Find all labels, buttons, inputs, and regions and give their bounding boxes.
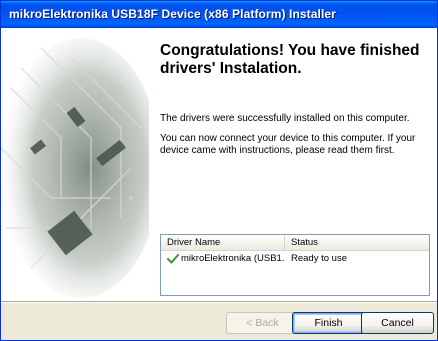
list-header: Driver Name Status bbox=[161, 235, 429, 251]
separator bbox=[1, 301, 437, 303]
content-panel: Congratulations! You have finished drive… bbox=[149, 28, 437, 301]
circuit-board-image bbox=[1, 28, 149, 301]
window-title: mikroElektronika USB18F Device (x86 Plat… bbox=[9, 7, 336, 21]
driver-name: mikroElektronika (USB1... bbox=[181, 253, 285, 264]
success-message: The drivers were successfully installed … bbox=[160, 113, 410, 124]
page-heading: Congratulations! You have finished drive… bbox=[160, 42, 420, 77]
check-icon bbox=[167, 252, 179, 266]
cancel-button[interactable]: Cancel bbox=[361, 312, 434, 334]
list-item[interactable]: mikroElektronika (USB1... Ready to use bbox=[161, 252, 429, 266]
finish-button[interactable]: Finish bbox=[292, 312, 365, 334]
driver-status: Ready to use bbox=[291, 253, 347, 264]
column-header-status[interactable]: Status bbox=[285, 235, 429, 250]
side-image-panel bbox=[1, 28, 149, 301]
drivers-list[interactable]: Driver Name Status mikroElektronika (USB… bbox=[160, 234, 430, 296]
back-button[interactable]: < Back bbox=[226, 312, 299, 334]
installer-window: mikroElektronika USB18F Device (x86 Plat… bbox=[0, 0, 438, 341]
instructions-message: You can now connect your device to this … bbox=[160, 133, 416, 156]
title-bar[interactable]: mikroElektronika USB18F Device (x86 Plat… bbox=[1, 1, 437, 28]
column-header-driver-name[interactable]: Driver Name bbox=[161, 235, 285, 250]
